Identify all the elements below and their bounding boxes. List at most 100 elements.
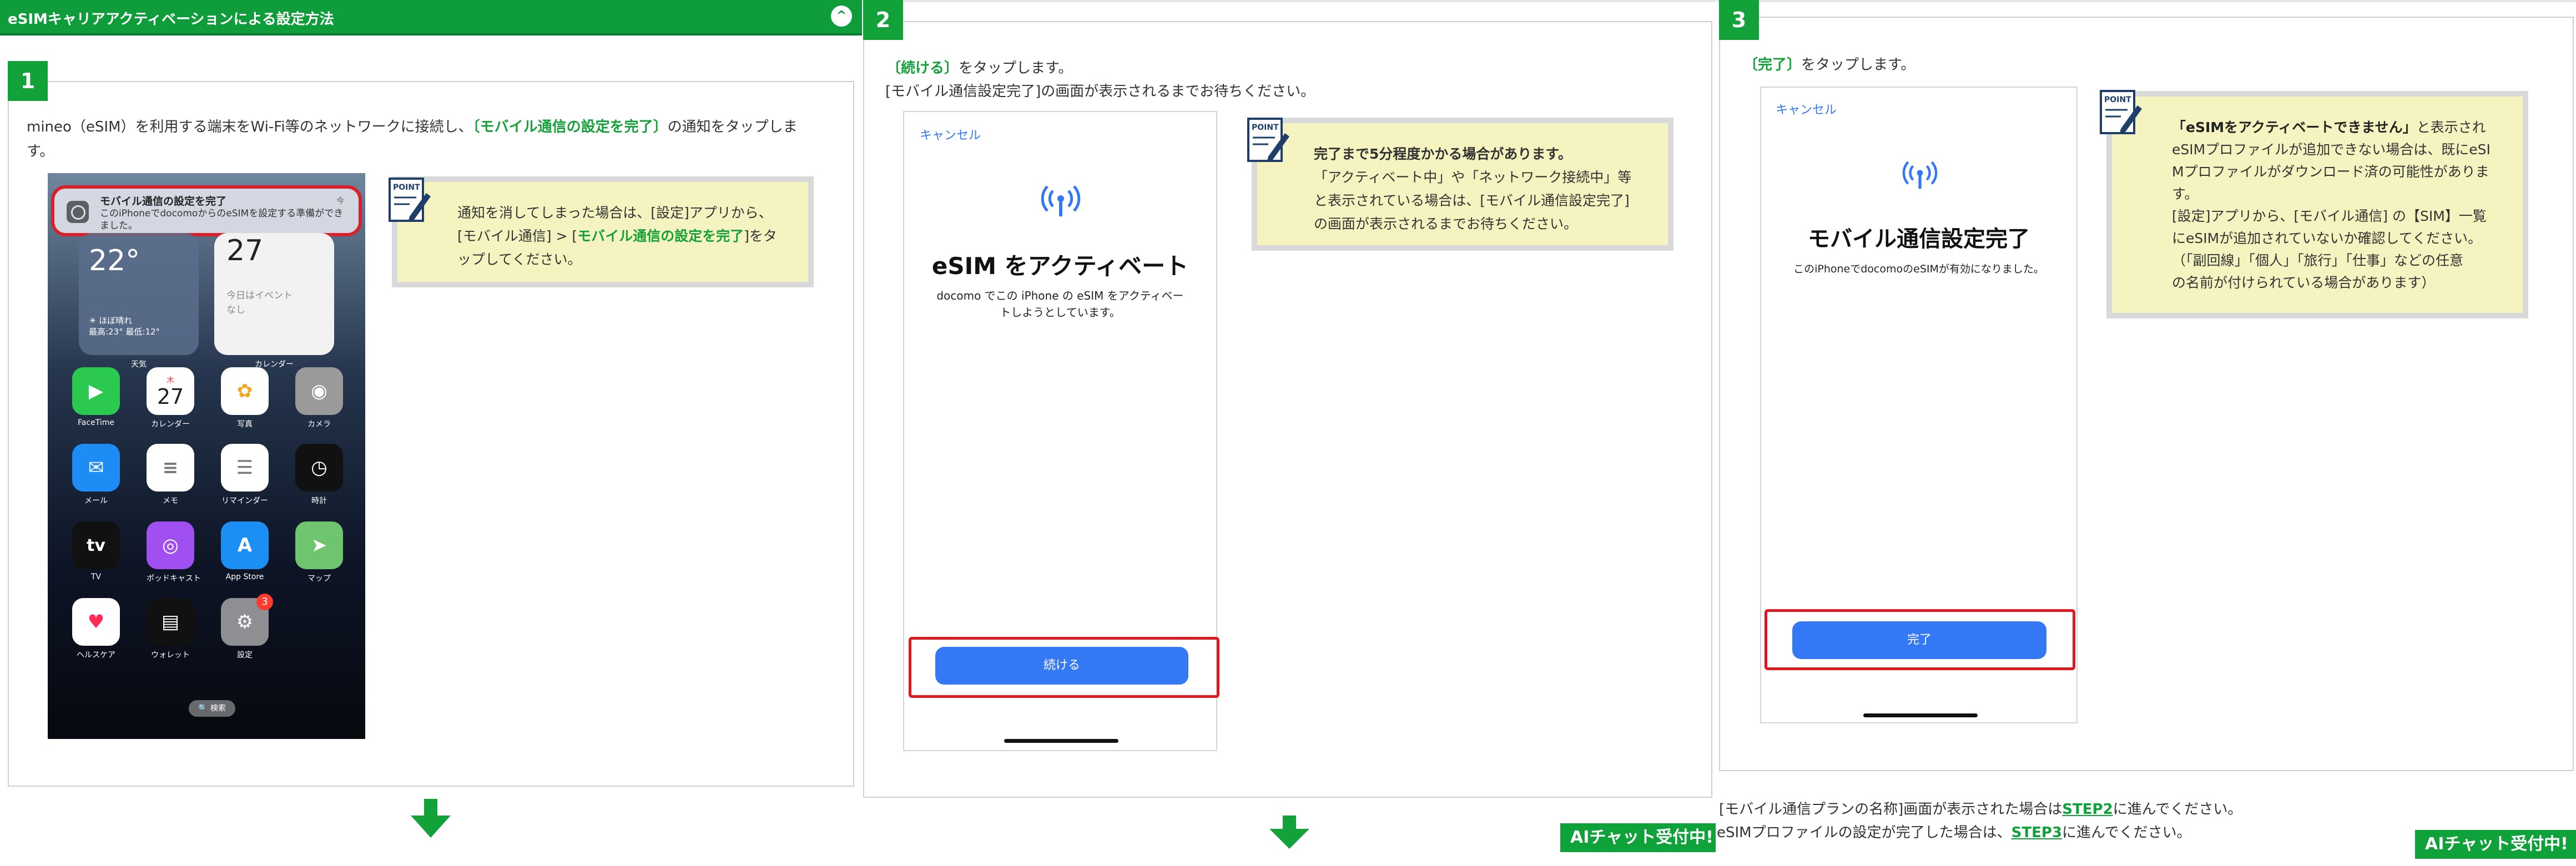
- note-line3: ップしてください。: [457, 251, 582, 267]
- note-line3: と表示されている場合は、[モバイル通信設定完了]: [1314, 193, 1630, 209]
- note-line4: の画面が表示されるまでお待ちください。: [1314, 216, 1578, 232]
- chevron-up-icon[interactable]: ^: [831, 6, 852, 27]
- cellular-signal-icon: [1902, 161, 1938, 189]
- step1-instruction: mineo（eSIM）を利用する端末をWi-Fi等のネットワークに接続し、〔モバ…: [27, 119, 798, 135]
- note-line8: の名前が付けられている場合があります）: [2172, 275, 2436, 291]
- weather-widget[interactable]: 22° ☀ ほぼ晴れ 最高:23° 最低:12°: [79, 233, 199, 355]
- activate-esim-screen: キャンセル eSIM をアクティベート docomo でこの iPhone の …: [903, 111, 1219, 751]
- screen-subtitle: docomo でこの iPhone の eSIM をアクティベー トしようとして…: [936, 289, 1184, 319]
- section-title: eSIMキャリアアクティベーションによる設定方法: [8, 11, 334, 28]
- app-settings[interactable]: ⚙ 3 設定: [221, 594, 273, 660]
- calendar-widget[interactable]: 27 今日はイベント なし: [214, 233, 334, 355]
- calendar-line2: なし: [226, 305, 245, 316]
- app-calendar[interactable]: 木 27 カレンダー: [147, 367, 194, 429]
- app-podcasts[interactable]: ◎ ポッドキャスト: [147, 521, 201, 584]
- home-indicator: [1863, 713, 1978, 717]
- done-button[interactable]: 完了: [1792, 621, 2046, 659]
- notification-title: モバイル通信の設定を完了: [100, 195, 227, 207]
- health-icon: ♥: [72, 598, 120, 646]
- app-mail[interactable]: ✉ メール: [72, 444, 120, 506]
- section-header[interactable]: eSIMキャリアアクティベーションによる設定方法 ^: [0, 0, 862, 36]
- app-label: リマインダー: [221, 497, 268, 505]
- note-line3: Mプロファイルがダウンロード済の可能性がありま: [2172, 164, 2489, 180]
- mail-icon: ✉: [72, 444, 120, 492]
- footer-line1: [モバイル通信プランの名称]画面が表示された場合はSTEP2に進んでください。: [1719, 801, 2242, 818]
- app-label: カレンダー: [151, 420, 190, 429]
- notes-icon: ≡: [147, 444, 194, 492]
- cellular-signal-icon: [1041, 185, 1081, 216]
- step1-number: 1: [8, 61, 48, 101]
- ai-chat-button[interactable]: AIチャット受付中!: [2415, 830, 2576, 859]
- note-line1: 完了まで5分程度かかる場合があります。: [1314, 146, 1572, 162]
- setup-complete-screen: キャンセル モバイル通信設定完了 このiPhoneでdocomoのeSIMが有効…: [1760, 87, 2078, 723]
- note-line1: 通知を消してしまった場合は、[設定]アプリから、: [457, 205, 773, 221]
- app-clock[interactable]: ◷ 時計: [295, 444, 343, 506]
- notification-time: 今: [336, 197, 344, 206]
- app-notes[interactable]: ≡ メモ: [147, 444, 194, 506]
- note-line1: 「eSIMをアクティベートできません」と表示され: [2172, 119, 2486, 135]
- app-camera[interactable]: ◉ カメラ: [295, 367, 343, 429]
- app-label: TV: [90, 573, 102, 581]
- ai-chat-button[interactable]: AIチャット受付中!: [1560, 823, 1716, 852]
- step1-panel: eSIMキャリアアクティベーションによる設定方法 ^ 1 mineo（eSIM）…: [0, 0, 862, 866]
- app-label: FaceTime: [78, 418, 114, 427]
- note-line2: 「アクティベート中」や「ネットワーク接続中」等: [1314, 169, 1632, 185]
- svg-text:POINT: POINT: [1252, 123, 1279, 132]
- app-label: メモ: [163, 497, 178, 505]
- cancel-link[interactable]: キャンセル: [920, 125, 981, 143]
- down-arrow-icon: [1269, 816, 1309, 849]
- app-store-icon-glyph: A: [237, 534, 253, 556]
- mail-icon-glyph: ✉: [88, 457, 104, 479]
- app-photos[interactable]: ✿ 写真: [221, 367, 269, 429]
- step3-number: 3: [1719, 0, 1759, 40]
- svg-text:POINT: POINT: [393, 183, 420, 192]
- facetime-icon-glyph: ▶: [88, 380, 104, 402]
- app-label: ポッドキャスト: [147, 574, 201, 583]
- clock-icon: ◷: [295, 444, 343, 492]
- settings-icon: [67, 201, 89, 223]
- maps-icon-glyph: ➤: [311, 534, 327, 556]
- app-label: App Store: [225, 573, 264, 581]
- note-line2: eSIMプロファイルが追加できない場合は、既にeSI: [2172, 141, 2491, 158]
- step2-instruction1: 〔続ける〕をタップします。: [886, 60, 1073, 77]
- app-health[interactable]: ♥ ヘルスケア: [72, 598, 120, 660]
- home-indicator: [1004, 739, 1118, 743]
- step1-instruction-line2: す。: [27, 143, 54, 160]
- app-app-store[interactable]: A App Store: [221, 521, 269, 581]
- app-maps[interactable]: ➤ マップ: [295, 521, 343, 584]
- weather-range: 最高:23° 最低:12°: [89, 327, 160, 337]
- app-label: 時計: [311, 497, 327, 505]
- step2-instruction2: [モバイル通信設定完了]の画面が表示されるまでお待ちください。: [885, 83, 1315, 100]
- photos-icon: ✿: [221, 367, 269, 415]
- step3-instruction: 〔完了〕をタップします。: [1743, 57, 1915, 73]
- app-tv[interactable]: tv TV: [72, 521, 120, 581]
- calendar-weekday: 木: [167, 376, 174, 385]
- point-note: 通知を消してしまった場合は、[設定]アプリから、 [モバイル通信] > [モバイ…: [392, 176, 814, 287]
- app-label: 写真: [237, 420, 253, 429]
- step3-panel: 3 〔完了〕をタップします。 キャンセル モバイル通信設定完了 このiPhone…: [1717, 0, 2576, 866]
- settings-icon-glyph: ⚙: [236, 611, 254, 633]
- svg-text:POINT: POINT: [2104, 95, 2131, 104]
- tv-icon: tv: [72, 521, 120, 569]
- note-line6: にeSIMが追加されていないか確認してください。: [2172, 230, 2482, 246]
- wallet-icon: ▤: [147, 598, 194, 646]
- step3-link[interactable]: STEP3: [2012, 824, 2062, 841]
- note-line7: （「副回線」「個人」「旅行」「仕事」などの任意: [2172, 252, 2464, 269]
- setup-notification[interactable]: モバイル通信の設定を完了 このiPhoneでdocomoからのeSIMを設定する…: [51, 185, 362, 236]
- reminders-icon: ☰: [221, 444, 269, 492]
- app-wallet[interactable]: ▤ ウォレット: [147, 598, 194, 660]
- cancel-link[interactable]: キャンセル: [1776, 100, 1837, 118]
- search-pill[interactable]: 🔍 検索: [189, 700, 235, 717]
- calendar-line1: 今日はイベント: [226, 290, 293, 301]
- point-icon: POINT: [389, 178, 431, 222]
- app-facetime[interactable]: ▶ FaceTime: [72, 367, 120, 427]
- podcasts-icon: ◎: [147, 521, 194, 569]
- continue-button[interactable]: 続ける: [935, 647, 1188, 685]
- weather-temp: 22°: [89, 244, 140, 277]
- top-divider: [863, 0, 1716, 2]
- calendar-detail: 今日はイベント なし: [226, 288, 293, 317]
- screen-title: モバイル通信設定完了: [1808, 226, 2030, 252]
- app-reminders[interactable]: ☰ リマインダー: [221, 444, 269, 506]
- weather-condition: ☀ ほぼ晴れ: [89, 316, 133, 326]
- step2-link[interactable]: STEP2: [2062, 801, 2113, 818]
